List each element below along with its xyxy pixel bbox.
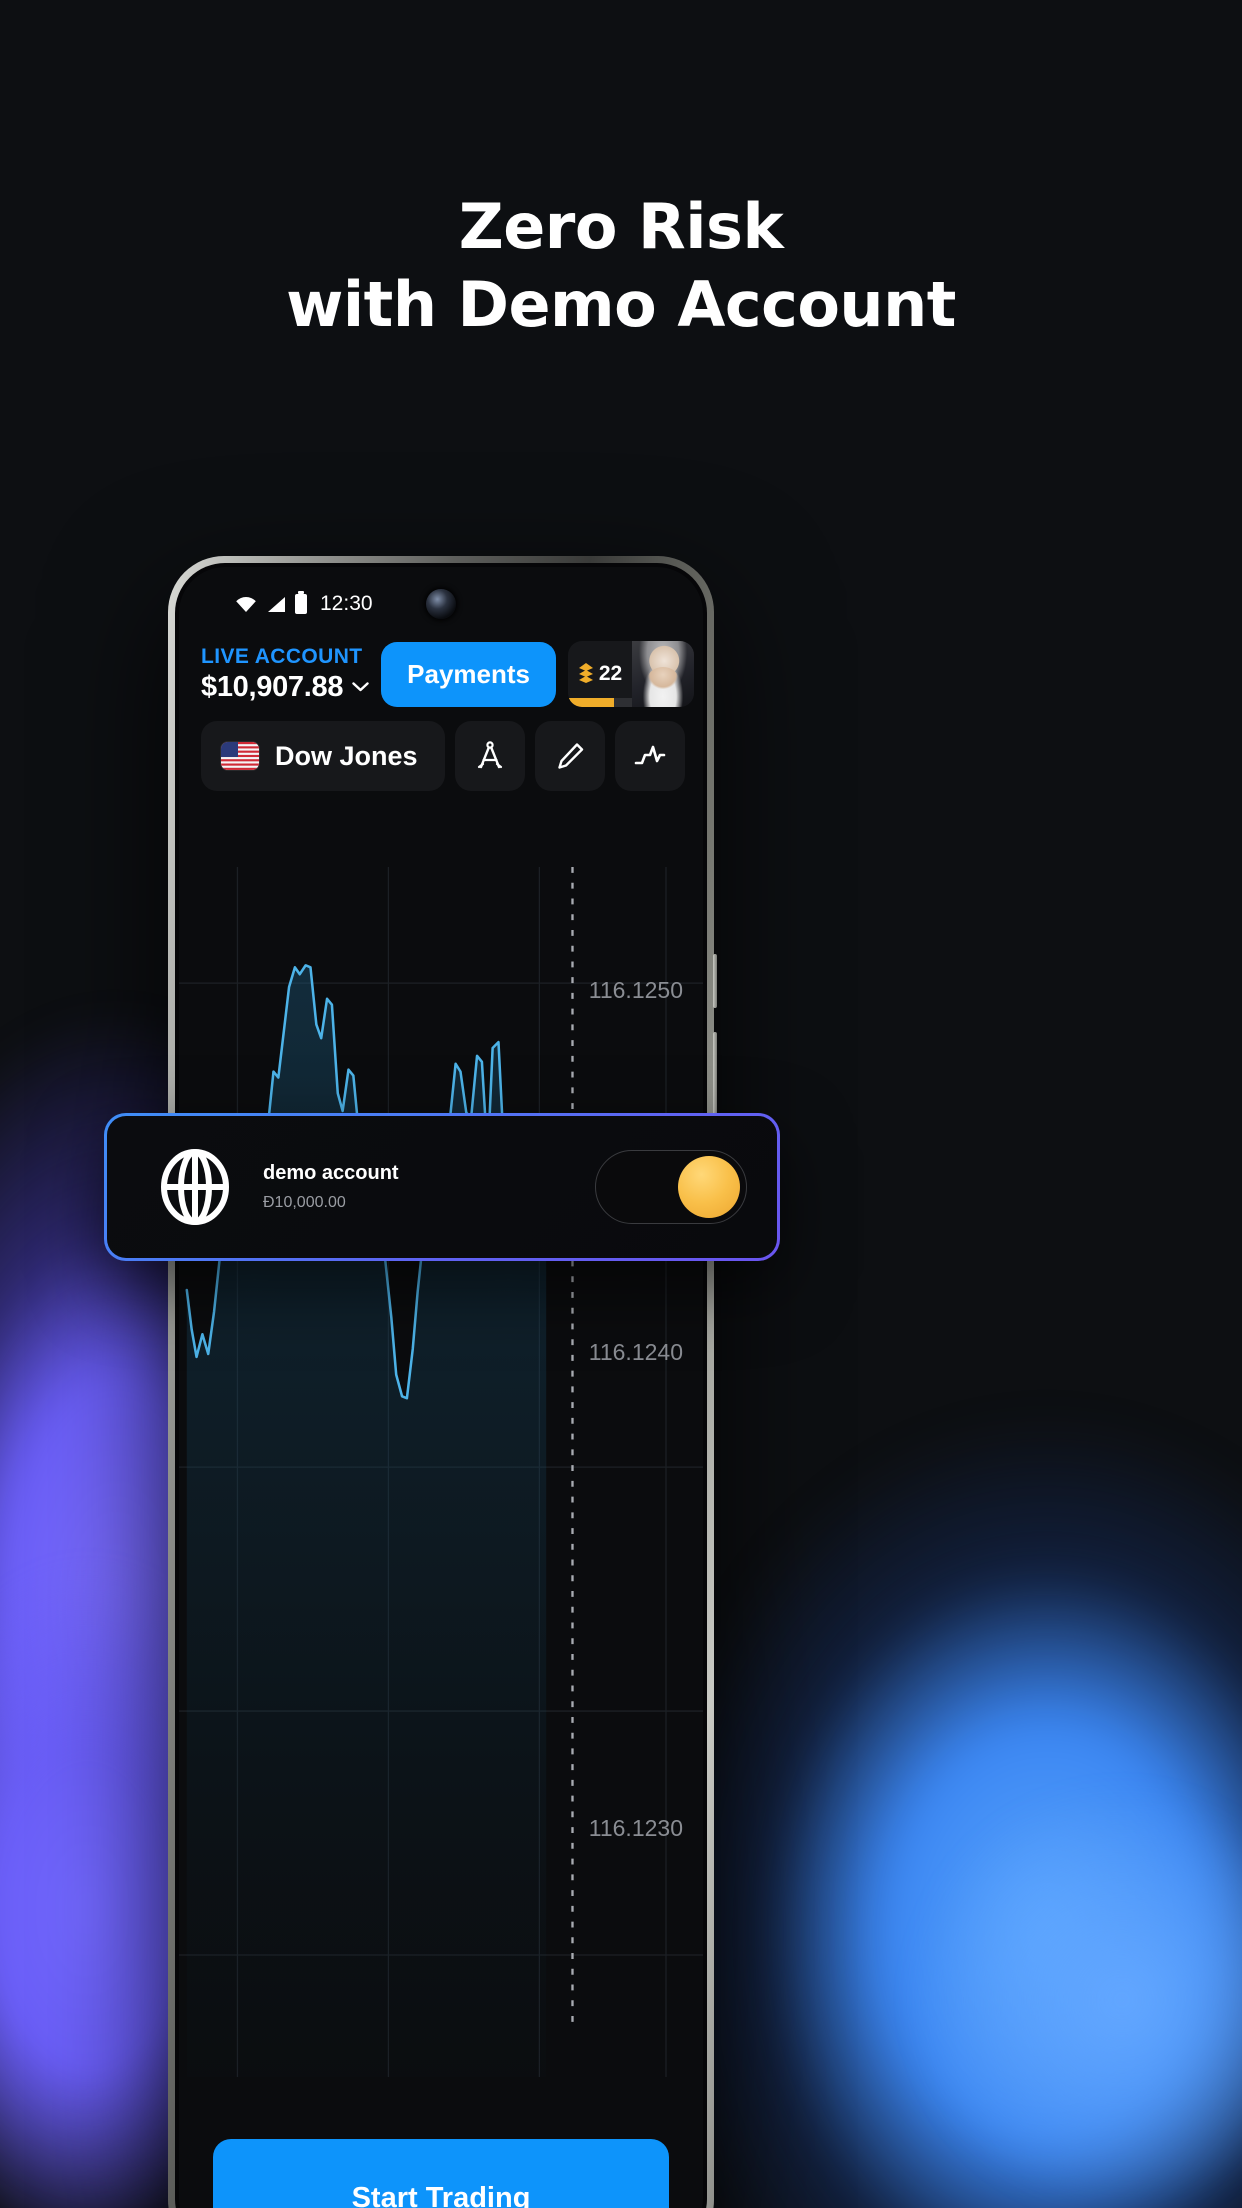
compass-divider-icon[interactable] [455,721,525,791]
blue-glow-secondary [842,1720,1242,2208]
promo-headline: Zero Risk with Demo Account [0,196,1242,336]
phone-screen: 12:30 LIVE ACCOUNT $10,907.88 Payments 2… [179,567,703,2208]
account-balance-row[interactable]: $10,907.88 [201,671,369,704]
chevron-down-icon[interactable] [352,682,369,692]
battery-icon [295,591,307,614]
headline-line-1: Zero Risk [458,190,784,263]
level-progress-fill [568,698,615,707]
promo-stage: Zero Risk with Demo Account 12:30 LIVE A… [0,0,1242,2208]
wifi-icon [236,596,256,612]
instrument-row: Dow Jones [179,707,703,791]
demo-account-toggle[interactable] [595,1150,747,1224]
globe-icon [161,1149,229,1225]
phone-mockup: 12:30 LIVE ACCOUNT $10,907.88 Payments 2… [168,556,717,2208]
y-axis-label-1: 116.1250 [588,977,683,1003]
account-header: LIVE ACCOUNT $10,907.88 Payments 22 [179,623,703,707]
payments-button[interactable]: Payments [381,641,556,707]
demo-account-title: demo account [263,1162,399,1184]
price-chart[interactable]: 116.1250 116.1240 116.1230 116.1245 [179,867,703,2077]
status-bar: 12:30 [179,567,703,623]
demo-account-text: demo account Đ10,000.00 [263,1162,565,1212]
level-info: 22 [568,641,632,707]
demo-account-amount: Đ10,000.00 [263,1194,346,1211]
demo-account-card[interactable]: demo account Đ10,000.00 [104,1113,780,1261]
start-trading-button[interactable]: Start Trading [213,2139,669,2208]
account-type-label: LIVE ACCOUNT [201,644,363,668]
chart-canvas [179,867,703,2077]
level-badge[interactable]: 22 [568,641,694,707]
headline-line-2: with Demo Account [286,268,956,341]
instrument-selector[interactable]: Dow Jones [201,721,445,791]
y-axis-label-3: 116.1230 [588,1815,683,1841]
account-summary[interactable]: LIVE ACCOUNT $10,907.88 [201,645,369,704]
instrument-name: Dow Jones [275,740,418,771]
us-flag-icon [221,742,259,770]
y-axis-label-2: 116.1240 [588,1339,683,1365]
signal-icon [268,596,285,612]
level-value: 22 [598,662,623,685]
level-progress-track [568,698,632,707]
phone-bezel: 12:30 LIVE ACCOUNT $10,907.88 Payments 2… [175,563,707,2208]
toggle-knob [678,1156,740,1218]
level-chevrons-icon [578,663,593,683]
account-balance: $10,907.88 [201,670,344,703]
status-time: 12:30 [320,592,373,615]
phone-side-button-upper [713,954,717,1008]
pencil-icon[interactable] [535,721,605,791]
chart-line-icon[interactable] [615,721,685,791]
demo-account-card-inner: demo account Đ10,000.00 [107,1116,777,1258]
front-camera-icon [426,589,456,619]
avatar[interactable] [632,641,694,707]
